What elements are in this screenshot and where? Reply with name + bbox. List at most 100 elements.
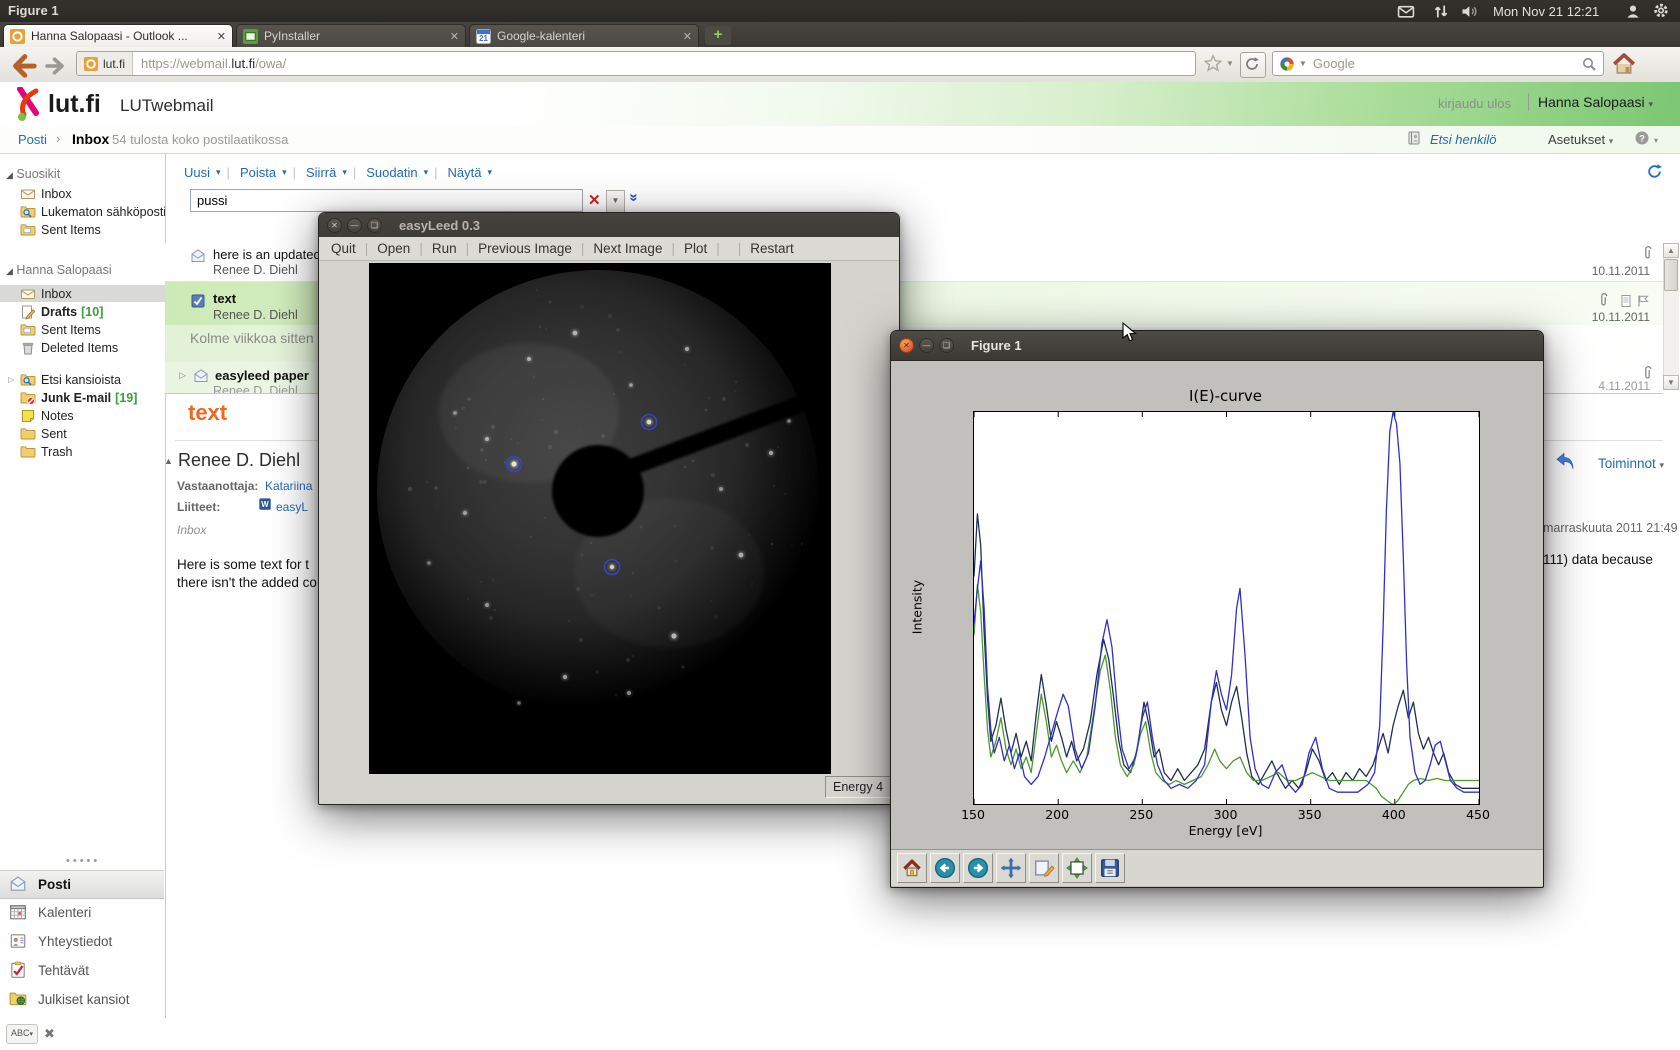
module-item-kalenteri[interactable]: Kalenteri [0,899,164,926]
logout-link[interactable]: kirjaudu ulos [1438,96,1511,111]
menu-item-quit[interactable]: Quit [331,241,356,256]
forward-button[interactable] [963,853,993,883]
scrollbar-up-icon[interactable]: ▲ [1663,243,1679,258]
sidebar-folder-inbox[interactable]: Inbox [0,285,165,302]
sidebar-folder-etsi-kansioista[interactable]: ▷Etsi kansioista [0,371,165,388]
toolbar-item-siirrä[interactable]: Siirrä [306,165,336,180]
url-bar[interactable]: lut.fi https://webmail.lut.fi/owa/ [76,51,1196,76]
actions-menu[interactable]: Toiminnot ▾ [1598,456,1664,471]
close-icon[interactable]: ✖ [44,1026,55,1042]
search-magnifier-icon[interactable] [1581,56,1597,72]
breadcrumb-current[interactable]: Inbox [72,131,109,147]
search-bar[interactable]: ▼ Google [1272,51,1604,76]
toolbar-item-suodatin[interactable]: Suodatin [366,165,417,180]
splitter-handle[interactable]: ••••• [66,855,100,867]
tab-close-icon[interactable]: ✕ [683,30,692,43]
lut-logo[interactable] [14,87,44,121]
module-item-yhteystiedot[interactable]: Yhteystiedot [0,928,164,955]
forward-button[interactable] [44,54,68,74]
scrollbar-thumb[interactable] [1664,259,1678,291]
maximize-icon[interactable]: ❏ [939,338,954,353]
subplots-button[interactable] [1062,853,1092,883]
minimize-icon[interactable]: — [347,218,362,233]
breadcrumb-root[interactable]: Posti [18,132,47,147]
close-icon[interactable]: ✕ [899,338,914,353]
expander-icon[interactable]: ▷ [179,370,186,381]
sidebar-folder-deleted-items[interactable]: Deleted Items [0,339,165,356]
search-input[interactable] [190,189,583,212]
spellcheck-button[interactable]: ABC▾ [6,1024,38,1044]
tab-close-icon[interactable]: ✕ [450,30,459,43]
address-book-icon[interactable] [1406,130,1422,146]
checkbox-checked-icon[interactable] [190,293,206,309]
expand-chevrons-icon[interactable]: » [626,193,643,201]
figure-canvas[interactable]: I(E)-curve Intensity Energy [eV] 1502002… [891,361,1543,849]
reply-arrow-icon[interactable] [1555,453,1575,470]
sidebar-folder-junk-e-mail[interactable]: Junk E-mail[19] [0,389,165,406]
reading-sender[interactable]: Renee D. Diehl [178,450,300,471]
expander-icon[interactable]: ▷ [8,375,20,384]
favorites-header[interactable]: ◢ Suosikit [6,167,60,181]
sidebar-folder-sent-items[interactable]: Sent Items [0,221,165,238]
pan-button[interactable] [996,853,1026,883]
flag-icon[interactable] [1635,293,1651,309]
easyleed-titlebar[interactable]: ✕ — ❏ easyLeed 0.3 [319,213,899,237]
sidebar-folder-lukematon-s-hk-posti[interactable]: Lukematon sähköposti [0,203,165,220]
volume-icon[interactable] [1459,3,1483,20]
browser-tab[interactable]: Hanna Salopaasi - Outlook ...✕ [3,24,233,47]
toolbar-item-uusi[interactable]: Uusi [184,165,210,180]
toolbar-item-poista[interactable]: Poista [240,165,276,180]
engine-dropdown-icon[interactable]: ▼ [1299,59,1307,68]
menu-item-run[interactable]: Run [432,241,457,256]
module-item-teht-v-t[interactable]: Tehtävät [0,957,164,984]
figure-titlebar[interactable]: ✕ — ❏ Figure 1 [891,331,1543,361]
close-icon[interactable]: ✕ [327,218,342,233]
toolbar-item-näytä[interactable]: Näytä [448,165,482,180]
google-engine-icon[interactable] [1279,56,1295,72]
brand-text[interactable]: lut.fi [48,90,101,119]
menu-item-previous-image[interactable]: Previous Image [478,241,572,256]
maximize-icon[interactable]: ❏ [367,218,382,233]
browser-tab[interactable]: 21Google-kalenteri✕ [469,24,699,47]
minimize-icon[interactable]: — [919,338,934,353]
network-icon[interactable] [1431,3,1451,20]
attachment-link[interactable]: easyL [276,500,308,514]
plot-axes[interactable] [973,411,1480,805]
mail-indicator-icon[interactable] [1396,3,1416,20]
site-identity-chip[interactable]: lut.fi [77,52,133,75]
to-value[interactable]: Katariina [265,479,312,493]
search-scope-dropdown[interactable]: ▼ [606,190,625,213]
url-text[interactable]: https://webmail.lut.fi/owa/ [141,56,286,71]
account-folders-header[interactable]: ◢ Hanna Salopaasi [6,263,112,277]
help-icon[interactable]: ? [1634,130,1650,146]
sidebar-folder-sent[interactable]: Sent [0,425,165,442]
account-menu[interactable]: Hanna Salopaasi ▾ [1538,94,1653,110]
sidebar-folder-inbox[interactable]: Inbox [0,185,165,202]
collapse-icon[interactable]: ▲ [164,456,173,466]
menu-item-plot[interactable]: Plot [684,241,707,256]
find-person-link[interactable]: Etsi henkilö [1430,132,1496,147]
menu-item-next-image[interactable]: Next Image [593,241,662,256]
menu-item-restart[interactable]: Restart [750,241,794,256]
bookmark-dropdown-icon[interactable]: ▼ [1226,59,1234,68]
back-button[interactable] [8,51,38,77]
home-button[interactable] [897,853,927,883]
settings-menu[interactable]: Asetukset ▾ [1548,132,1613,147]
clock[interactable]: Mon Nov 21 12:21 [1493,4,1599,19]
sidebar-folder-drafts[interactable]: Drafts[10] [0,303,165,320]
bookmark-star-icon[interactable] [1204,54,1222,72]
user-menu-icon[interactable] [1623,3,1643,20]
scrollbar-down-icon[interactable]: ▼ [1663,375,1679,390]
browser-tab[interactable]: PyInstaller✕ [236,24,466,47]
help-dropdown-icon[interactable]: ▾ [1654,136,1658,145]
leed-image[interactable] [369,263,831,774]
refresh-icon[interactable] [1646,163,1663,180]
sidebar-folder-trash[interactable]: Trash [0,443,165,460]
module-item-julkiset-kansiot[interactable]: Julkiset kansiot [0,986,164,1013]
menu-item-open[interactable]: Open [377,241,410,256]
save-button[interactable] [1095,853,1125,883]
zoom-button[interactable] [1029,853,1059,883]
reload-button[interactable] [1240,52,1266,78]
back-button[interactable] [930,853,960,883]
sidebar-folder-notes[interactable]: Notes [0,407,165,424]
